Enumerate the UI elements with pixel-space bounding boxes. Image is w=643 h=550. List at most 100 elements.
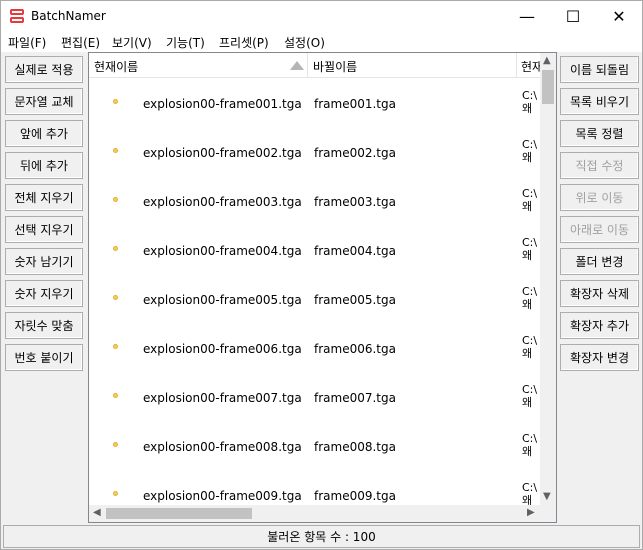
path-cell: C:\ 왜 <box>522 285 542 311</box>
new-name-cell: frame002.tga <box>314 146 396 160</box>
scroll-left-icon[interactable]: ◀ <box>93 507 101 518</box>
new-name-cell: frame008.tga <box>314 440 396 454</box>
path-line: C:\ <box>522 285 538 298</box>
path-line: 왜 <box>522 396 533 409</box>
menu-preset[interactable]: 프리셋(P) <box>219 34 269 51</box>
add-numbering-button[interactable]: 번호 붙이기 <box>5 344 83 371</box>
file-icon <box>113 197 118 202</box>
clear-selection-button[interactable]: 선택 지우기 <box>5 216 83 243</box>
file-icon <box>113 491 118 496</box>
current-name-cell: explosion00-frame002.tga <box>143 146 302 160</box>
app-window: BatchNamer — ☐ ✕ 파일(F) 편집(E) 보기(V) 기능(T)… <box>0 0 643 550</box>
vertical-scroll-thumb[interactable] <box>542 70 554 104</box>
close-button[interactable]: ✕ <box>596 1 642 32</box>
sort-ascending-icon <box>290 61 304 70</box>
table-row[interactable]: explosion00-frame007.tga frame007.tga C:… <box>89 373 541 422</box>
scroll-up-icon[interactable]: ▲ <box>543 55 551 66</box>
move-down-button[interactable]: 아래로 이동 <box>560 216 639 243</box>
menu-edit[interactable]: 편집(E) <box>61 34 100 51</box>
table-row[interactable]: explosion00-frame005.tga frame005.tga C:… <box>89 275 541 324</box>
menu-settings[interactable]: 설정(O) <box>284 34 325 51</box>
file-list[interactable]: 현재이름 바뀔이름 현재 explosion00-frame001.tga fr… <box>88 52 557 523</box>
move-up-button[interactable]: 위로 이동 <box>560 184 639 211</box>
current-name-cell: explosion00-frame004.tga <box>143 244 302 258</box>
horizontal-scroll-thumb[interactable] <box>106 508 252 519</box>
new-name-cell: frame009.tga <box>314 489 396 503</box>
path-line: 왜 <box>522 347 533 360</box>
file-icon <box>113 442 118 447</box>
file-icon <box>113 344 118 349</box>
path-cell: C:\ 왜 <box>522 383 542 409</box>
delete-extension-button[interactable]: 확장자 삭제 <box>560 280 639 307</box>
clear-list-button[interactable]: 목록 비우기 <box>560 88 639 115</box>
path-cell: C:\ 왜 <box>522 481 542 507</box>
new-name-cell: frame004.tga <box>314 244 396 258</box>
apply-button[interactable]: 실제로 적용 <box>5 56 83 83</box>
column-current-name[interactable]: 현재이름 <box>94 58 138 75</box>
current-name-cell: explosion00-frame009.tga <box>143 489 302 503</box>
new-name-cell: frame003.tga <box>314 195 396 209</box>
status-text: 불러온 항목 수 : 100 <box>267 530 376 544</box>
current-name-cell: explosion00-frame007.tga <box>143 391 302 405</box>
edit-directly-button[interactable]: 직접 수정 <box>560 152 639 179</box>
horizontal-scrollbar[interactable]: ◀ ▶ <box>89 505 556 522</box>
column-new-name[interactable]: 바뀔이름 <box>313 58 357 75</box>
table-row[interactable]: explosion00-frame002.tga frame002.tga C:… <box>89 128 541 177</box>
scroll-right-icon[interactable]: ▶ <box>527 507 535 518</box>
file-icon <box>113 246 118 251</box>
replace-string-button[interactable]: 문자열 교체 <box>5 88 83 115</box>
file-icon <box>113 295 118 300</box>
table-row[interactable]: explosion00-frame008.tga frame008.tga C:… <box>89 422 541 471</box>
path-line: 왜 <box>522 102 533 115</box>
sort-list-button[interactable]: 목록 정렬 <box>560 120 639 147</box>
path-line: 왜 <box>522 445 533 458</box>
table-row[interactable]: explosion00-frame003.tga frame003.tga C:… <box>89 177 541 226</box>
clear-all-button[interactable]: 전체 지우기 <box>5 184 83 211</box>
add-extension-button[interactable]: 확장자 추가 <box>560 312 639 339</box>
new-name-cell: frame006.tga <box>314 342 396 356</box>
file-icon <box>113 99 118 104</box>
pad-digits-button[interactable]: 자릿수 맞춤 <box>5 312 83 339</box>
path-line: 왜 <box>522 249 533 262</box>
title-bar: BatchNamer — ☐ ✕ <box>1 1 642 32</box>
minimize-button[interactable]: — <box>504 1 550 32</box>
window-title: BatchNamer <box>31 9 106 23</box>
keep-numbers-button[interactable]: 숫자 남기기 <box>5 248 83 275</box>
file-icon <box>113 393 118 398</box>
path-cell: C:\ 왜 <box>522 187 542 213</box>
menu-tools[interactable]: 기능(T) <box>166 34 205 51</box>
path-line: C:\ <box>522 481 538 494</box>
menu-file[interactable]: 파일(F) <box>8 34 46 51</box>
path-line: C:\ <box>522 334 538 347</box>
path-line: C:\ <box>522 138 538 151</box>
change-folder-button[interactable]: 폴더 변경 <box>560 248 639 275</box>
current-name-cell: explosion00-frame001.tga <box>143 97 302 111</box>
new-name-cell: frame005.tga <box>314 293 396 307</box>
vertical-scrollbar[interactable]: ▲ ▼ <box>540 53 556 505</box>
remove-numbers-button[interactable]: 숫자 지우기 <box>5 280 83 307</box>
new-name-cell: frame007.tga <box>314 391 396 405</box>
scroll-down-icon[interactable]: ▼ <box>543 491 551 502</box>
path-cell: C:\ 왜 <box>522 334 542 360</box>
column-divider[interactable] <box>516 53 517 78</box>
path-line: C:\ <box>522 89 538 102</box>
table-row[interactable]: explosion00-frame001.tga frame001.tga C:… <box>89 79 541 128</box>
path-line: 왜 <box>522 200 533 213</box>
path-line: 왜 <box>522 298 533 311</box>
menu-view[interactable]: 보기(V) <box>112 34 152 51</box>
status-bar: 불러온 항목 수 : 100 <box>3 525 640 548</box>
path-cell: C:\ 왜 <box>522 236 542 262</box>
table-row[interactable]: explosion00-frame006.tga frame006.tga C:… <box>89 324 541 373</box>
column-divider[interactable] <box>307 53 308 78</box>
path-line: C:\ <box>522 432 538 445</box>
table-row[interactable]: explosion00-frame004.tga frame004.tga C:… <box>89 226 541 275</box>
path-line: C:\ <box>522 236 538 249</box>
scrollbar-corner <box>540 505 556 522</box>
file-icon <box>113 148 118 153</box>
path-line: C:\ <box>522 383 538 396</box>
append-button[interactable]: 뒤에 추가 <box>5 152 83 179</box>
maximize-button[interactable]: ☐ <box>550 1 596 32</box>
change-extension-button[interactable]: 확장자 변경 <box>560 344 639 371</box>
prepend-button[interactable]: 앞에 추가 <box>5 120 83 147</box>
revert-names-button[interactable]: 이름 되돌림 <box>560 56 639 83</box>
